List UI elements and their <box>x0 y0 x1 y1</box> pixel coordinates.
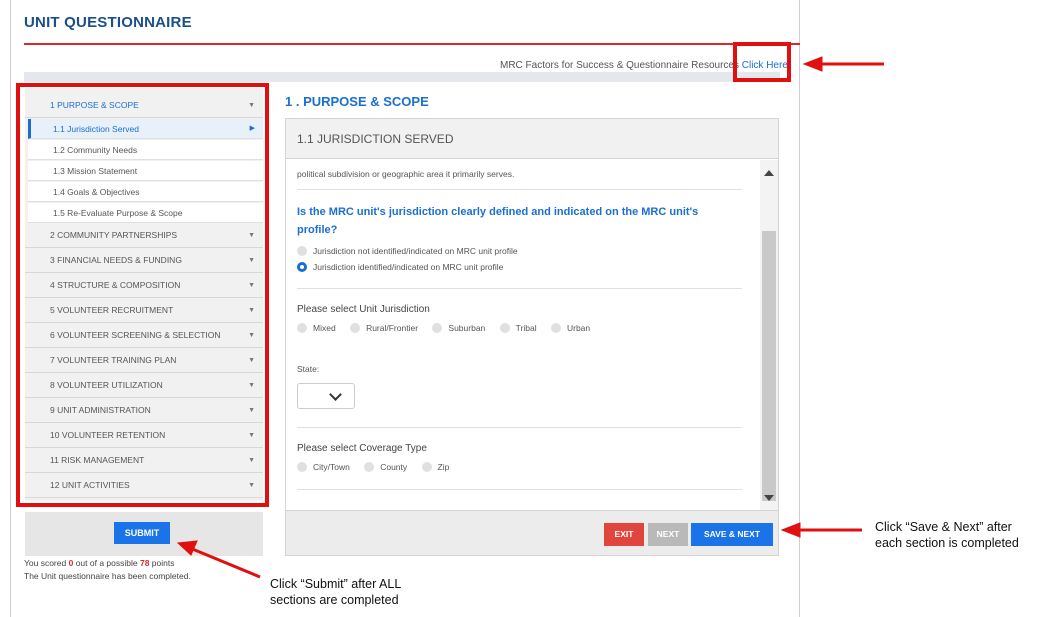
option-label: Zip <box>437 462 450 472</box>
click-here-highlight-box <box>733 42 791 82</box>
option-rural-frontier[interactable]: Rural/Frontier <box>350 323 418 333</box>
option-mixed[interactable]: Mixed <box>297 323 336 333</box>
save-next-button[interactable]: SAVE & NEXT <box>691 523 773 546</box>
divider <box>297 489 742 490</box>
option-zip[interactable]: Zip <box>421 462 450 472</box>
page-title: UNIT QUESTIONNAIRE <box>24 14 192 31</box>
scroll-thumb[interactable] <box>762 231 776 501</box>
radio-button[interactable] <box>421 462 432 472</box>
scroll-up-icon[interactable] <box>764 170 774 176</box>
sidebar-highlight-box <box>16 83 269 507</box>
radio-button[interactable] <box>432 323 443 333</box>
divider <box>297 189 742 190</box>
submit-area: SUBMIT <box>25 512 263 556</box>
callout-line: Click “Submit” after ALL <box>270 577 402 591</box>
radio-button-selected[interactable] <box>297 262 307 272</box>
resources-text: MRC Factors for Success & Questionnaire … <box>500 60 739 71</box>
completed-text: The Unit questionnaire has been complete… <box>24 571 191 581</box>
option-suburban[interactable]: Suburban <box>432 323 485 333</box>
divider <box>297 288 742 289</box>
save-next-callout: Click “Save & Next” after each section i… <box>875 519 1019 551</box>
radio-button[interactable] <box>364 462 375 472</box>
score-prefix: You scored <box>24 558 69 568</box>
state-select[interactable] <box>297 383 355 409</box>
submit-button[interactable]: SUBMIT <box>114 522 170 544</box>
option-identified[interactable]: Jurisdiction identified/indicated on MRC… <box>297 262 503 272</box>
callout-line: sections are completed <box>270 593 399 607</box>
option-label: Urban <box>566 323 591 333</box>
option-not-identified[interactable]: Jurisdiction not identified/indicated on… <box>297 246 518 256</box>
option-tribal[interactable]: Tribal <box>499 323 537 333</box>
option-label: Jurisdiction identified/indicated on MRC… <box>313 262 504 272</box>
callout-line: Click “Save & Next” after <box>875 520 1012 534</box>
radio-button[interactable] <box>350 323 361 333</box>
section-title: 1 . PURPOSE & SCOPE <box>285 94 429 109</box>
jurisdiction-options: Mixed Rural/Frontier Suburban Tribal Urb… <box>297 323 602 333</box>
question-text: Is the MRC unit's jurisdiction clearly d… <box>297 206 699 236</box>
option-county[interactable]: County <box>364 462 407 472</box>
title-rule <box>24 43 800 45</box>
submit-callout: Click “Submit” after ALL sections are co… <box>270 576 401 608</box>
option-label: Mixed <box>313 323 336 333</box>
arrow-head <box>802 56 823 72</box>
option-urban[interactable]: Urban <box>550 323 591 333</box>
scrollbar[interactable] <box>760 160 778 510</box>
coverage-label: Please select Coverage Type <box>297 443 427 454</box>
option-label: Tribal <box>515 323 537 333</box>
divider <box>297 427 742 428</box>
exit-button[interactable]: EXIT <box>604 523 644 546</box>
radio-button[interactable] <box>550 323 561 333</box>
chevron-down-icon <box>329 388 342 401</box>
radio-button[interactable] <box>297 323 307 333</box>
score-middle: out of a possible <box>73 558 140 568</box>
option-label: City/Town <box>313 462 350 472</box>
callout-line: each section is completed <box>875 536 1019 550</box>
intro-text: political subdivision or geographic area… <box>297 169 515 179</box>
radio-button[interactable] <box>499 323 510 333</box>
coverage-options: City/Town County Zip <box>297 462 461 472</box>
question-panel: 1.1 JURISDICTION SERVED political subdiv… <box>285 118 779 511</box>
option-city-town[interactable]: City/Town <box>297 462 350 472</box>
top-strip <box>24 72 780 82</box>
panel-title: 1.1 JURISDICTION SERVED <box>286 119 778 159</box>
next-button[interactable]: NEXT <box>648 523 688 546</box>
jurisdiction-label: Please select Unit Jurisdiction <box>297 304 430 315</box>
option-label: County <box>380 462 408 472</box>
radio-button[interactable] <box>297 246 307 256</box>
option-label: Rural/Frontier <box>366 323 419 333</box>
score-suffix: points <box>149 558 175 568</box>
state-label: State: <box>297 364 320 374</box>
option-label: Jurisdiction not identified/indicated on… <box>313 246 518 256</box>
question-content: political subdivision or geographic area… <box>297 159 742 510</box>
scroll-down-icon[interactable] <box>764 495 774 501</box>
radio-button[interactable] <box>297 462 307 472</box>
panel-footer: EXIT NEXT SAVE & NEXT <box>285 511 779 556</box>
score-text: You scored 0 out of a possible 78 points <box>24 558 174 568</box>
option-label: Suburban <box>448 323 486 333</box>
